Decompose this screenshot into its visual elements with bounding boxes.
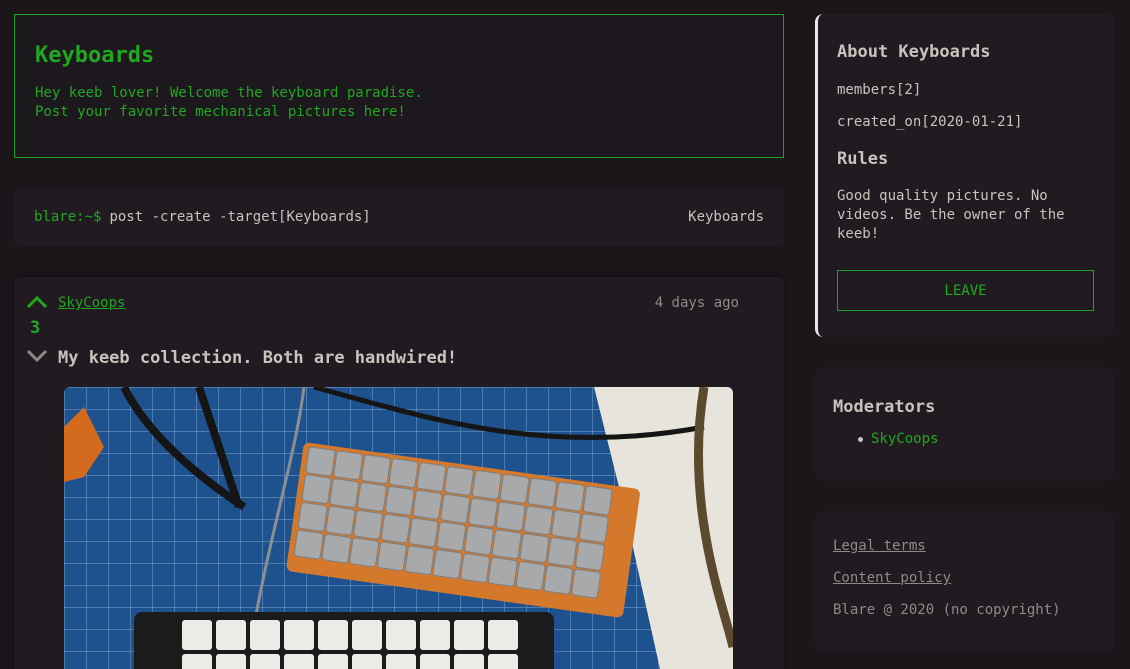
post-image[interactable]: [64, 387, 733, 669]
created-on: created_on[2020-01-21]: [837, 114, 1023, 130]
content-policy-link[interactable]: Content policy: [833, 570, 1096, 586]
post-card: 3 SkyCoops 4 days ago My keeb collection…: [14, 277, 784, 669]
rules-heading: Rules: [837, 149, 889, 169]
description-line-1: Hey keeb lover! Welcome the keyboard par…: [35, 85, 423, 101]
moderator-name[interactable]: SkyCoops: [871, 431, 938, 447]
moderators-list: SkyCoops: [833, 431, 1096, 447]
rules-text: Good quality pictures. No videos. Be the…: [837, 188, 1065, 242]
command-prompt: blare:~$: [34, 209, 102, 225]
command-input[interactable]: blare:~$ post -create -target[Keyboards]: [34, 209, 371, 225]
moderators-panel: Moderators SkyCoops: [815, 367, 1114, 481]
vote-count: 3: [30, 318, 41, 338]
command-text: post -create -target[Keyboards]: [109, 209, 371, 225]
upvote-icon[interactable]: [26, 293, 48, 311]
post-title[interactable]: My keeb collection. Both are handwired!: [58, 348, 457, 368]
legal-terms-link[interactable]: Legal terms: [833, 538, 1096, 554]
community-description: Hey keeb lover! Welcome the keyboard par…: [35, 84, 763, 122]
community-title: Keyboards: [35, 43, 155, 68]
members-count: members[2]: [837, 82, 922, 98]
moderator-item[interactable]: SkyCoops: [858, 431, 1096, 447]
bullet-icon: [858, 436, 863, 442]
community-header: Keyboards Hey keeb lover! Welcome the ke…: [14, 14, 784, 158]
community-label: Keyboards: [688, 209, 764, 225]
footer-panel: Legal terms Content policy Blare @ 2020 …: [815, 511, 1114, 652]
moderators-heading: Moderators: [833, 397, 936, 417]
about-heading: About Keyboards: [837, 42, 991, 62]
keyboard-photo: [64, 387, 733, 669]
downvote-icon[interactable]: [26, 347, 48, 365]
leave-button[interactable]: LEAVE: [837, 270, 1094, 311]
create-post-command-bar[interactable]: blare:~$ post -create -target[Keyboards]…: [14, 188, 784, 246]
post-timestamp: 4 days ago: [654, 295, 739, 311]
copyright-text: Blare @ 2020 (no copyright): [833, 602, 1061, 618]
post-author-link[interactable]: SkyCoops: [58, 295, 125, 311]
description-line-2: Post your favorite mechanical pictures h…: [35, 104, 406, 120]
about-community-panel: About Keyboards members[2] created_on[20…: [815, 14, 1114, 337]
